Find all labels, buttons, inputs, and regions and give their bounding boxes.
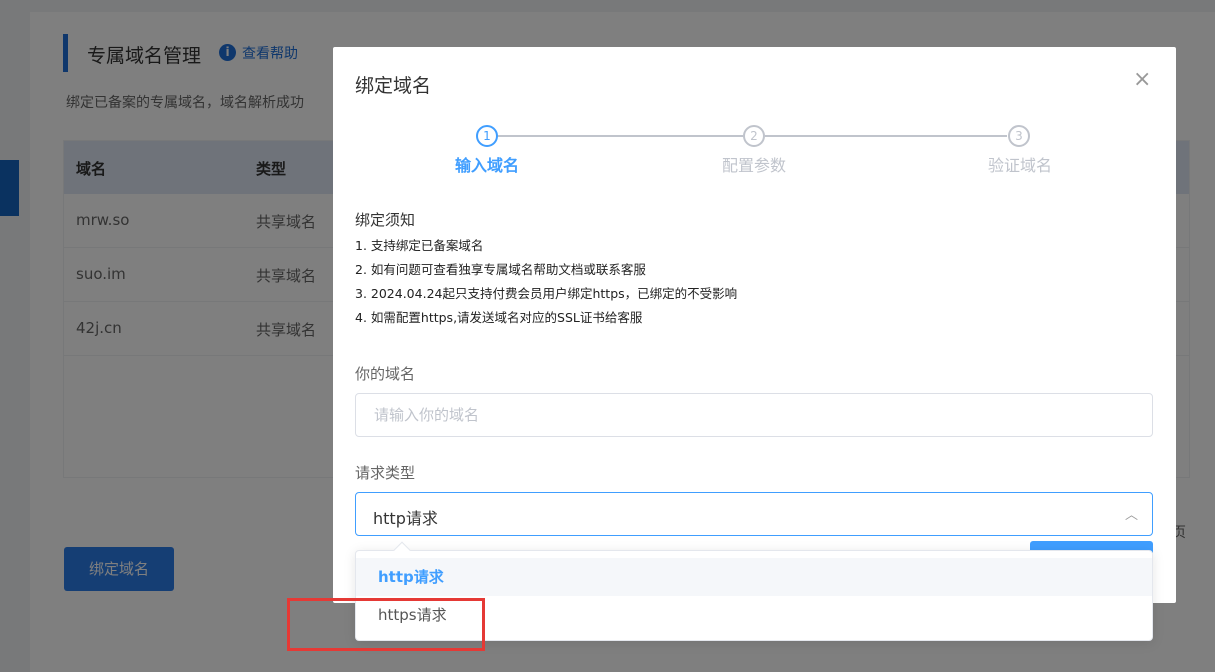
steps: 1 输入域名 2 配置参数 3 验证域名 (333, 123, 1176, 183)
close-icon[interactable]: × (1133, 67, 1151, 92)
step-2-label: 配置参数 (721, 156, 786, 175)
request-type-label: 请求类型 (355, 464, 416, 482)
chevron-up-icon: ︿ (1124, 508, 1138, 523)
select-value: http请求 (373, 509, 438, 528)
domain-field-label: 你的域名 (355, 365, 416, 383)
option-http[interactable]: http请求 (356, 558, 1152, 596)
domain-input[interactable] (355, 393, 1153, 437)
highlight-annotation (287, 598, 485, 651)
notice-item: 3. 2024.04.24起只支持付费会员用户绑定https，已绑定的不受影响 (355, 286, 738, 301)
notice-item: 1. 支持绑定已备案域名 (355, 238, 484, 253)
dialog-title: 绑定域名 (355, 75, 432, 97)
notice-item: 2. 如有问题可查看独享专属域名帮助文档或联系客服 (355, 262, 646, 277)
request-type-select[interactable]: http请求 ︿ (355, 492, 1153, 536)
notice-item: 4. 如需配置https,请发送域名对应的SSL证书给客服 (355, 310, 643, 325)
bind-domain-dialog: 绑定域名 × 1 输入域名 2 配置参数 3 验证域名 绑定须知 1. 支持绑定… (333, 47, 1176, 603)
step-connector (765, 135, 1007, 137)
notice-title: 绑定须知 (355, 211, 416, 229)
notice-list: 1. 支持绑定已备案域名 2. 如有问题可查看独享专属域名帮助文档或联系客服 3… (355, 238, 737, 334)
step-3-label: 验证域名 (987, 156, 1052, 175)
step-1-icon: 1 (476, 125, 498, 147)
step-connector (497, 135, 743, 137)
step-1-label: 输入域名 (454, 156, 519, 175)
step-3-icon: 3 (1008, 125, 1030, 147)
step-2-icon: 2 (743, 125, 765, 147)
